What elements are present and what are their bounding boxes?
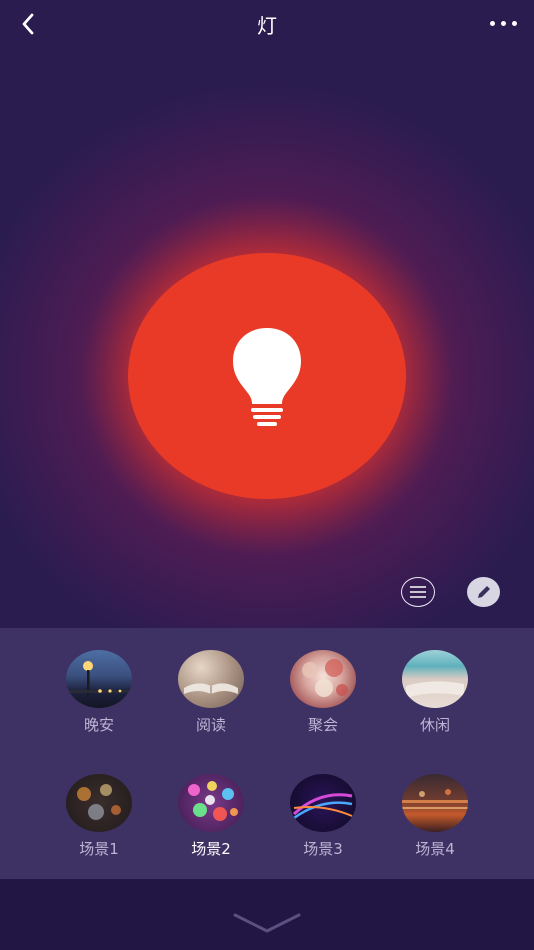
scene-panel: 晚安 阅读 聚会 休闲 场景1 场景2 场景3 场景4 bbox=[0, 628, 534, 879]
list-icon bbox=[410, 586, 426, 598]
scene-item-goodnight[interactable]: 晚安 bbox=[54, 650, 144, 746]
edit-button[interactable] bbox=[467, 577, 500, 607]
colorful-sparkles-thumb bbox=[178, 774, 244, 832]
top-bar: 灯 bbox=[0, 0, 534, 46]
more-dots-icon bbox=[489, 20, 495, 26]
open-book-thumb bbox=[178, 650, 244, 708]
pencil-icon bbox=[477, 586, 490, 598]
scene-row-custom: 场景1 场景2 场景3 场景4 bbox=[0, 774, 534, 874]
scene-item-custom-2[interactable]: 场景2 bbox=[166, 774, 256, 870]
scene-label: 晚安 bbox=[83, 716, 114, 734]
lightbulb-icon bbox=[233, 328, 301, 426]
beach-thumb bbox=[402, 650, 468, 708]
light-streaks-thumb bbox=[290, 774, 356, 832]
light-stage: 灯 bbox=[0, 0, 534, 628]
bokeh-lights-thumb bbox=[66, 774, 132, 832]
scene-label: 休闲 bbox=[419, 716, 450, 734]
scene-item-custom-3[interactable]: 场景3 bbox=[278, 774, 368, 870]
menu-button[interactable] bbox=[401, 577, 435, 607]
chevron-down-icon bbox=[233, 913, 301, 933]
scene-label: 阅读 bbox=[195, 716, 226, 734]
scene-label: 场景1 bbox=[79, 840, 119, 858]
night-street-lamp-thumb bbox=[66, 650, 132, 708]
scene-label: 场景3 bbox=[303, 840, 343, 858]
collapse-button[interactable] bbox=[232, 907, 302, 939]
party-balloons-thumb bbox=[290, 650, 356, 708]
scene-item-custom-1[interactable]: 场景1 bbox=[54, 774, 144, 870]
more-button[interactable] bbox=[486, 10, 520, 36]
scene-row-presets: 晚安 阅读 聚会 休闲 bbox=[0, 650, 534, 750]
scene-label-active: 场景2 bbox=[191, 840, 231, 858]
scene-item-party[interactable]: 聚会 bbox=[278, 650, 368, 746]
scene-label: 聚会 bbox=[307, 716, 338, 734]
scene-item-custom-4[interactable]: 场景4 bbox=[390, 774, 480, 870]
page-title: 灯 bbox=[257, 14, 277, 38]
city-lights-thumb bbox=[402, 774, 468, 832]
scene-item-leisure[interactable]: 休闲 bbox=[390, 650, 480, 746]
scene-label: 场景4 bbox=[415, 840, 455, 858]
bottom-bar bbox=[0, 879, 534, 950]
scene-item-reading[interactable]: 阅读 bbox=[166, 650, 256, 746]
power-toggle-button[interactable] bbox=[128, 253, 406, 499]
